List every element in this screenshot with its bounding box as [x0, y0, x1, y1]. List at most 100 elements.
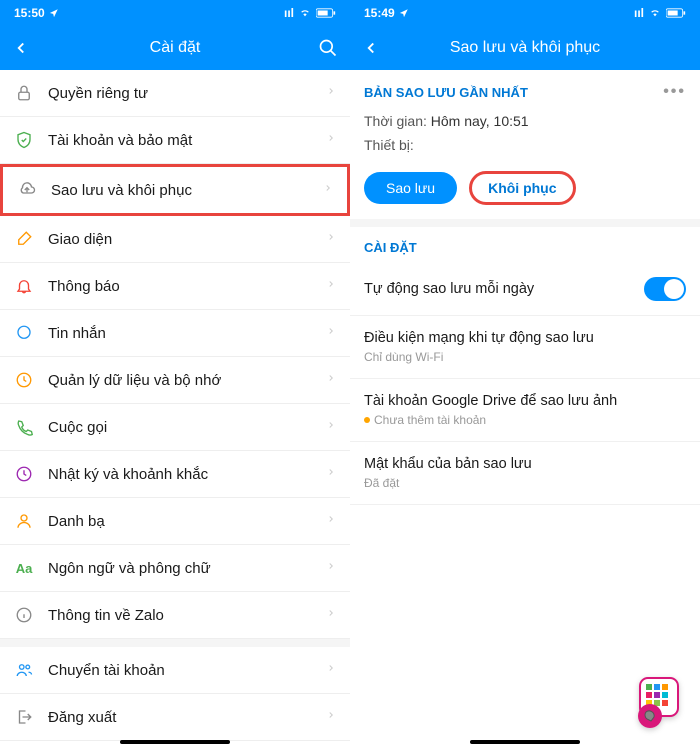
chevron-right-icon — [326, 131, 336, 150]
chevron-left-icon — [12, 39, 30, 57]
chevron-right-icon — [326, 559, 336, 578]
location-icon — [49, 8, 59, 18]
chevron-right-icon — [326, 606, 336, 625]
chevron-right-icon — [326, 371, 336, 390]
more-button[interactable]: ••• — [663, 83, 686, 101]
page-title: Sao lưu và khôi phục — [450, 39, 600, 57]
setting-label: Tài khoản Google Drive để sao lưu ảnh — [364, 393, 617, 409]
setting-label: Tự động sao lưu mỗi ngày — [364, 281, 534, 297]
status-time: 15:49 — [364, 6, 395, 20]
nav-bar: Sao lưu và khôi phục — [350, 26, 700, 70]
list-item-aa[interactable]: Aa Ngôn ngữ và phông chữ — [0, 545, 350, 592]
chevron-right-icon — [326, 324, 336, 343]
list-item-label: Giao diện — [48, 231, 326, 248]
aa-icon: Aa — [14, 558, 34, 578]
list-item-info[interactable]: Thông tin về Zalo — [0, 592, 350, 639]
list-item-clock2[interactable]: Nhật ký và khoảnh khắc — [0, 451, 350, 498]
setting-sublabel: Chỉ dùng Wi-Fi — [364, 350, 594, 364]
list-item-label: Cuộc gọi — [48, 419, 326, 436]
battery-icon — [666, 8, 686, 18]
status-time: 15:50 — [14, 6, 45, 20]
backup-content: BẢN SAO LƯU GẦN NHẤT ••• Thời gian: Hôm … — [350, 70, 700, 750]
list-item-label: Quản lý dữ liệu và bộ nhớ — [48, 372, 326, 389]
shield-icon — [14, 130, 34, 150]
backup-device-row: Thiết bị: — [350, 133, 700, 157]
auto-backup-toggle[interactable] — [644, 277, 686, 301]
button-row: Sao lưu Khôi phục — [350, 157, 700, 219]
chevron-right-icon — [326, 230, 336, 249]
list-item-label: Nhật ký và khoảnh khắc — [48, 466, 326, 483]
home-indicator[interactable] — [120, 740, 230, 744]
clock-icon — [14, 370, 34, 390]
list-item-clock[interactable]: Quản lý dữ liệu và bộ nhớ — [0, 357, 350, 404]
list-item-label: Đăng xuất — [48, 709, 326, 726]
battery-icon — [316, 8, 336, 18]
list-item-contacts[interactable]: Danh bạ — [0, 498, 350, 545]
back-button[interactable] — [12, 39, 30, 57]
status-bar: 15:50 ııl — [0, 0, 350, 26]
search-icon — [318, 38, 338, 58]
setting-sublabel: Chưa thêm tài khoản — [364, 413, 617, 427]
chevron-right-icon — [326, 84, 336, 103]
back-button[interactable] — [362, 39, 380, 57]
chevron-right-icon — [326, 418, 336, 437]
list-item-bell[interactable]: Thông báo — [0, 263, 350, 310]
setting-item-2[interactable]: Tài khoản Google Drive để sao lưu ảnh Chư… — [350, 379, 700, 442]
setting-label: Mật khẩu của bản sao lưu — [364, 456, 532, 472]
list-item-label: Ngôn ngữ và phông chữ — [48, 560, 326, 577]
list-item-logout[interactable]: Đăng xuất — [0, 694, 350, 741]
contacts-icon — [14, 511, 34, 531]
list-item-label: Danh bạ — [48, 513, 326, 530]
chevron-right-icon — [326, 465, 336, 484]
setting-sublabel: Đã đặt — [364, 476, 532, 490]
section-divider — [350, 219, 700, 227]
chevron-right-icon — [326, 661, 336, 680]
left-phone-settings: 15:50 ııl Cài đặt Quyền riêng tư Tài kho… — [0, 0, 350, 750]
section-divider — [0, 639, 350, 647]
warn-icon — [364, 417, 370, 423]
search-button[interactable] — [318, 38, 338, 58]
page-title: Cài đặt — [150, 39, 201, 57]
chevron-right-icon — [323, 181, 333, 200]
setting-item-1[interactable]: Điều kiện mạng khi tự động sao lưu Chỉ dù… — [350, 316, 700, 379]
phone-icon — [14, 417, 34, 437]
right-phone-backup: 15:49 ııl Sao lưu và khôi phục BẢN SAO L… — [350, 0, 700, 750]
list-item-shield[interactable]: Tài khoản và bảo mật — [0, 117, 350, 164]
list-item-lock[interactable]: Quyền riêng tư — [0, 70, 350, 117]
nav-bar: Cài đặt — [0, 26, 350, 70]
status-bar: 15:49 ııl — [350, 0, 700, 26]
brush-icon — [14, 229, 34, 249]
list-item-label: Thông báo — [48, 278, 326, 295]
list-item-label: Tài khoản và bảo mật — [48, 132, 326, 149]
clock2-icon — [14, 464, 34, 484]
signal-icon: ııl — [634, 6, 644, 20]
setting-label: Điều kiện mạng khi tự động sao lưu — [364, 330, 594, 346]
list-item-cloud[interactable]: Sao lưu và khôi phục — [0, 164, 350, 216]
setting-item-0[interactable]: Tự động sao lưu mỗi ngày — [350, 263, 700, 316]
setting-item-3[interactable]: Mật khẩu của bản sao lưu Đã đặt — [350, 442, 700, 505]
chevron-right-icon — [326, 708, 336, 727]
list-item-label: Thông tin về Zalo — [48, 607, 326, 624]
restore-button[interactable]: Khôi phục — [469, 171, 575, 205]
list-item-label: Sao lưu và khôi phục — [51, 182, 323, 199]
info-icon — [14, 605, 34, 625]
lock-icon — [14, 83, 34, 103]
list-item-switch[interactable]: Chuyển tài khoản — [0, 647, 350, 694]
logout-icon — [14, 707, 34, 727]
location-icon — [399, 8, 409, 18]
list-item-message[interactable]: Tin nhắn — [0, 310, 350, 357]
signal-icon: ııl — [284, 6, 294, 20]
backup-time-row: Thời gian: Hôm nay, 10:51 — [350, 109, 700, 133]
list-item-phone[interactable]: Cuộc gọi — [0, 404, 350, 451]
list-item-label: Chuyển tài khoản — [48, 662, 326, 679]
list-item-brush[interactable]: Giao diện — [0, 216, 350, 263]
chevron-right-icon — [326, 277, 336, 296]
chevron-left-icon — [362, 39, 380, 57]
message-icon — [14, 323, 34, 343]
settings-list: Quyền riêng tư Tài khoản và bảo mật Sao … — [0, 70, 350, 750]
section-title-settings: CÀI ĐẶT — [350, 227, 700, 263]
home-indicator[interactable] — [470, 740, 580, 744]
wifi-icon — [298, 8, 312, 18]
list-item-label: Quyền riêng tư — [48, 85, 326, 102]
backup-button[interactable]: Sao lưu — [364, 172, 457, 204]
